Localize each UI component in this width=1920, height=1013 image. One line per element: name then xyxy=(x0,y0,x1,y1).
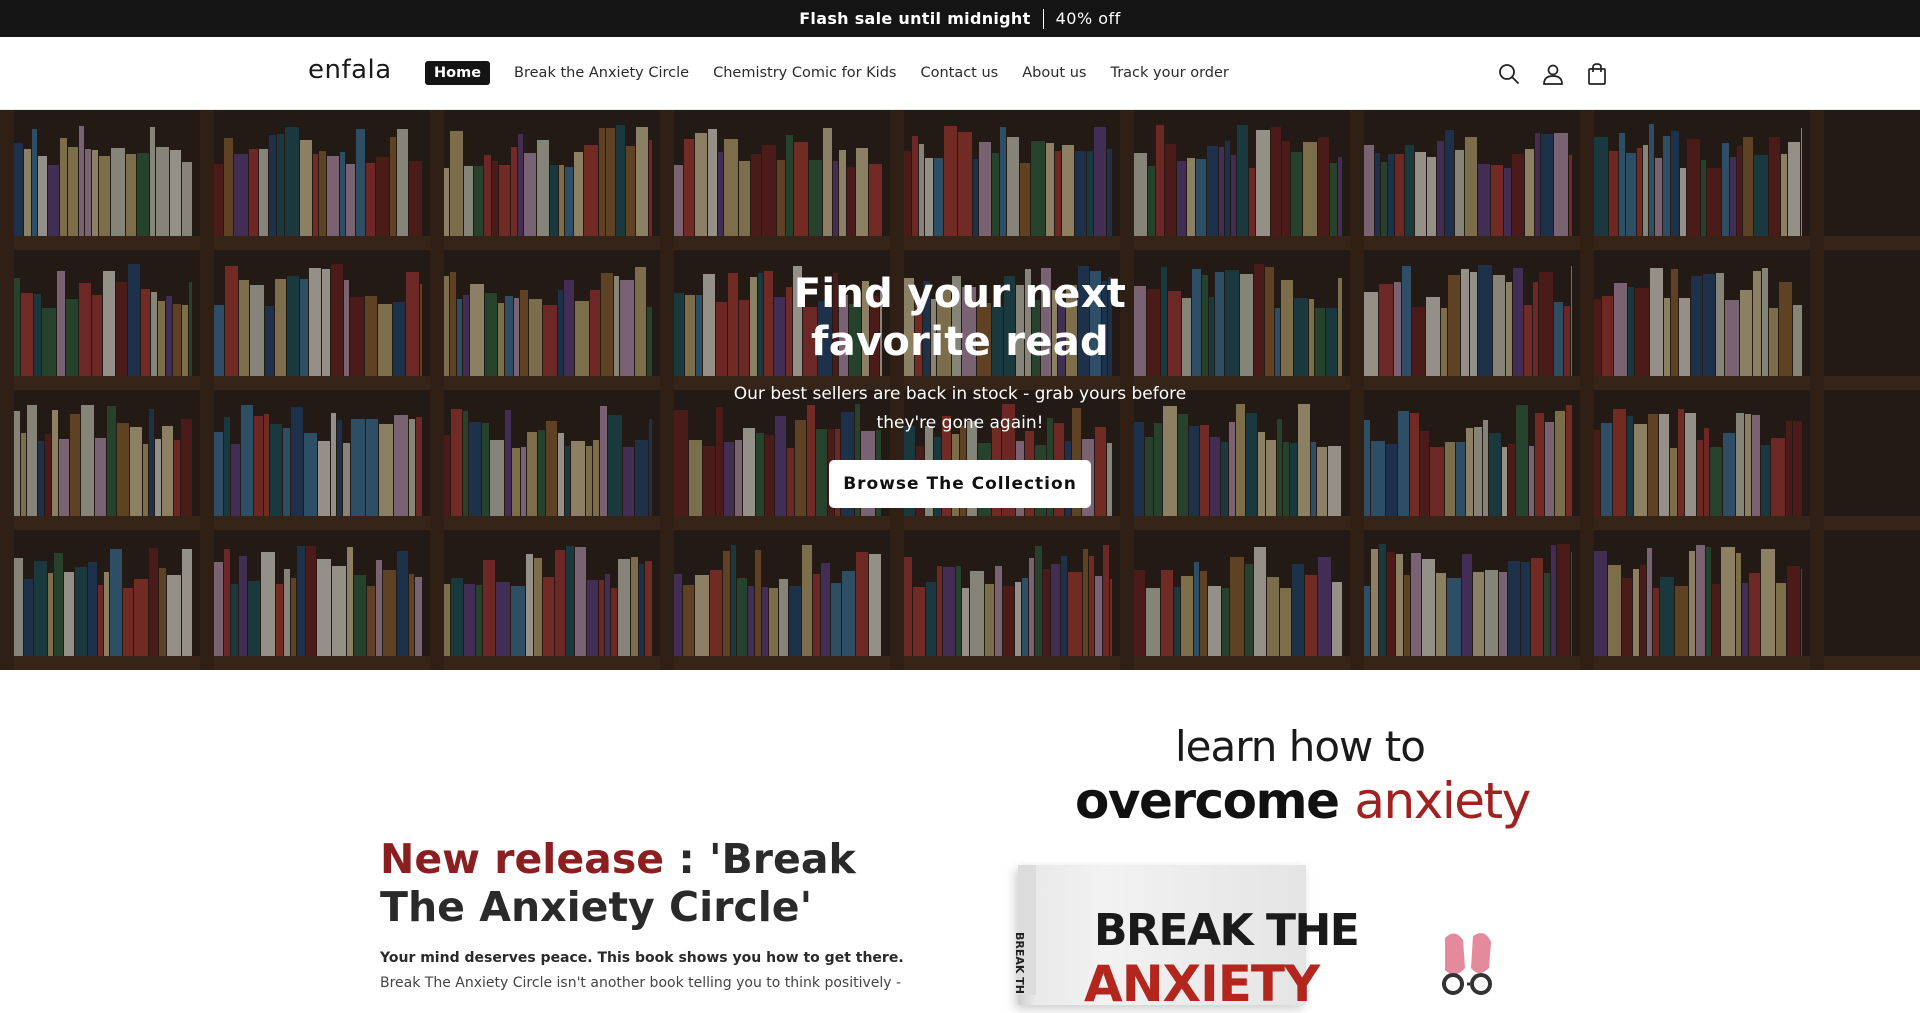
cart-icon[interactable] xyxy=(1584,61,1610,87)
book-cover-title-line2: ANXIETY xyxy=(1084,955,1320,1013)
nav-about-us[interactable]: About us xyxy=(1022,65,1086,81)
release-lead: Your mind deserves peace. This book show… xyxy=(380,950,904,966)
site-header: enfala Home Break the Anxiety Circle Che… xyxy=(0,37,1920,110)
promo-heading-line2: overcome anxiety xyxy=(1075,772,1531,830)
promo-anxiety: anxiety xyxy=(1354,772,1531,830)
release-title-accent: New release xyxy=(380,835,665,883)
main-nav: Home Break the Anxiety Circle Chemistry … xyxy=(425,61,1253,85)
announcement-divider xyxy=(1042,8,1044,29)
nav-track-order[interactable]: Track your order xyxy=(1110,65,1228,81)
book-spine-text: BREAK TH xyxy=(1013,932,1026,994)
announcement-bar: Flash sale until midnight 40% off xyxy=(0,0,1920,37)
hero-banner: Find your next favorite read Our best se… xyxy=(0,110,1920,670)
hero-content: Find your next favorite read Our best se… xyxy=(710,270,1210,508)
nav-break-anxiety-circle[interactable]: Break the Anxiety Circle xyxy=(514,65,689,81)
announcement-offer: 40% off xyxy=(1055,9,1121,28)
broken-handcuff-illustration xyxy=(1442,933,1492,995)
browse-collection-button[interactable]: Browse The Collection xyxy=(829,460,1091,508)
nav-home[interactable]: Home xyxy=(425,61,491,85)
header-icons xyxy=(1496,61,1628,87)
search-icon[interactable] xyxy=(1496,61,1522,87)
site-logo[interactable]: enfala xyxy=(308,55,392,85)
hero-subtitle: Our best sellers are back in stock - gra… xyxy=(733,384,1187,433)
announcement-strong: Flash sale until midnight xyxy=(799,9,1031,28)
promo-overcome: overcome xyxy=(1075,772,1355,830)
hero-title: Find your next favorite read xyxy=(793,271,1127,365)
new-release-section: New release : 'Break The Anxiety Circle'… xyxy=(0,670,1920,1013)
book-cover-title-line1: BREAK THE xyxy=(1094,905,1360,956)
nav-chemistry-comic[interactable]: Chemistry Comic for Kids xyxy=(713,65,896,81)
release-body: Break The Anxiety Circle isn't another b… xyxy=(380,975,902,991)
account-icon[interactable] xyxy=(1540,61,1566,87)
release-title: New release : 'Break The Anxiety Circle' xyxy=(380,835,920,931)
nav-contact-us[interactable]: Contact us xyxy=(920,65,998,81)
promo-heading-line1: learn how to xyxy=(1175,722,1426,771)
